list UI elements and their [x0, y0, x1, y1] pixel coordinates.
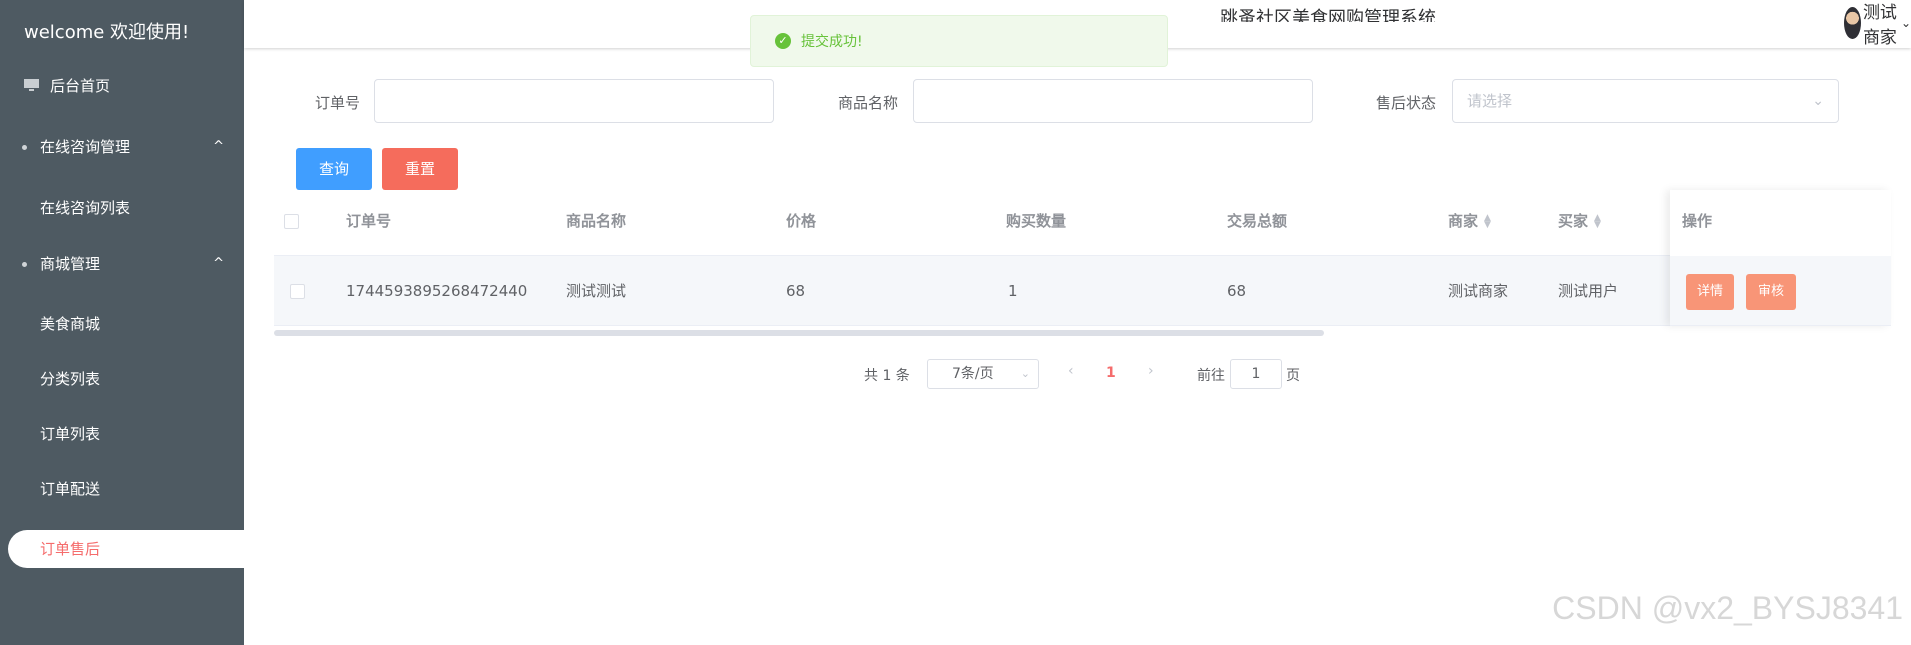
sidebar-item-order-after-sale[interactable]: 订单售后 [8, 530, 244, 568]
page-size-select[interactable]: 7条/页 ⌄ [927, 359, 1039, 389]
order-no-label: 订单号 [315, 94, 361, 112]
col-actions: 操作 [1682, 212, 1713, 230]
chevron-up-icon: ^ [213, 256, 224, 271]
user-menu[interactable]: 测试商家 ⌄ [1844, 3, 1911, 48]
cell-total: 68 [1227, 282, 1247, 300]
welcome-text: welcome 欢迎使用! [24, 22, 190, 43]
reset-button[interactable]: 重置 [382, 148, 458, 190]
avatar [1844, 7, 1861, 39]
col-buyer-label: 买家 [1558, 212, 1589, 230]
bullet-icon [22, 145, 27, 150]
col-quantity: 购买数量 [1006, 212, 1067, 230]
sidebar-item-order-list[interactable]: 订单列表 [0, 414, 244, 454]
actions-fixed-column: 操作 详情 审核 [1670, 190, 1891, 326]
cell-merchant: 测试商家 [1448, 282, 1509, 300]
horizontal-scrollbar[interactable] [274, 330, 1324, 336]
col-product-name: 商品名称 [566, 212, 627, 230]
select-placeholder: 请选择 [1467, 92, 1513, 110]
sidebar-item-label: 商城管理 [40, 255, 101, 273]
success-toast: ✓ 提交成功! [750, 15, 1168, 67]
review-button[interactable]: 审核 [1746, 274, 1796, 310]
sidebar-item-category-list[interactable]: 分类列表 [0, 359, 244, 399]
bullet-icon [22, 262, 27, 267]
after-sale-status-label: 售后状态 [1376, 94, 1437, 112]
page-suffix-label: 页 [1286, 368, 1300, 384]
sidebar-item-label: 在线咨询列表 [40, 199, 131, 217]
col-merchant-label: 商家 [1448, 212, 1479, 230]
table-header: 订单号 商品名称 价格 购买数量 交易总额 商家 ▲ ▼ 买家 ▲ ▼ [274, 196, 1891, 256]
chevron-up-icon: ^ [213, 139, 224, 154]
next-page-icon[interactable]: › [1148, 363, 1154, 379]
sidebar: welcome 欢迎使用! 后台首页 在线咨询管理 ^ 在线咨询列表 商城管理 … [0, 0, 244, 645]
sidebar-item-order-delivery[interactable]: 订单配送 [0, 469, 244, 509]
prev-page-icon[interactable]: ‹ [1068, 363, 1074, 379]
sidebar-group-mall[interactable]: 商城管理 ^ [0, 244, 244, 284]
goto-page-input[interactable]: 1 [1230, 359, 1282, 389]
query-button[interactable]: 查询 [296, 148, 372, 190]
table-row: 1744593895268472440 测试测试 68 1 68 测试商家 测试… [274, 256, 1891, 326]
watermark: CSDN @vx2_BYSJ8341 [1552, 590, 1903, 626]
sidebar-item-label: 后台首页 [50, 77, 111, 95]
page-size-value: 7条/页 [952, 366, 994, 382]
sidebar-item-label: 订单列表 [40, 425, 101, 443]
detail-button[interactable]: 详情 [1686, 274, 1734, 310]
product-name-input[interactable] [913, 79, 1313, 123]
chevron-down-icon: ⌄ [1900, 16, 1911, 30]
chevron-down-icon: ⌄ [1812, 93, 1824, 109]
chevron-down-icon: ⌄ [1020, 367, 1030, 380]
check-circle-icon: ✓ [775, 33, 791, 49]
sidebar-item-label: 在线咨询管理 [40, 138, 131, 156]
sidebar-item-label: 订单售后 [40, 540, 101, 558]
sidebar-item-home[interactable]: 后台首页 [0, 66, 244, 106]
page-number-current[interactable]: 1 [1106, 365, 1116, 381]
product-name-label: 商品名称 [838, 94, 899, 112]
col-price: 价格 [786, 212, 817, 230]
system-title: 跳蚤社区美食网购管理系统 [1220, 8, 1436, 22]
sidebar-item-label: 分类列表 [40, 370, 101, 388]
toast-message: 提交成功! [801, 34, 863, 50]
col-buyer[interactable]: 买家 ▲ ▼ [1558, 196, 1601, 256]
monitor-icon [24, 79, 39, 91]
sidebar-item-food-mall[interactable]: 美食商城 [0, 304, 244, 344]
cell-quantity: 1 [1008, 282, 1018, 300]
sort-icon[interactable]: ▲ ▼ [1594, 213, 1601, 229]
user-name: 测试商家 [1862, 3, 1897, 48]
goto-label: 前往 [1197, 368, 1225, 384]
pagination-total: 共 1 条 [864, 368, 910, 384]
col-total: 交易总额 [1227, 212, 1288, 230]
sidebar-item-label: 美食商城 [40, 315, 101, 333]
sort-icon[interactable]: ▲ ▼ [1484, 213, 1491, 229]
sidebar-group-consult[interactable]: 在线咨询管理 ^ [0, 127, 244, 167]
col-order-no: 订单号 [346, 212, 392, 230]
cell-price: 68 [786, 282, 806, 300]
select-all-checkbox[interactable] [284, 214, 299, 229]
cell-order-no: 1744593895268472440 [346, 282, 528, 300]
col-merchant[interactable]: 商家 ▲ ▼ [1448, 196, 1491, 256]
after-sale-status-select[interactable]: 请选择 ⌄ [1452, 79, 1839, 123]
row-checkbox[interactable] [290, 284, 305, 299]
sidebar-item-label: 订单配送 [40, 480, 101, 498]
sidebar-item-consult-list[interactable]: 在线咨询列表 [0, 188, 244, 228]
cell-buyer: 测试用户 [1558, 282, 1619, 300]
cell-product-name: 测试测试 [566, 282, 627, 300]
after-sale-table: 订单号 商品名称 价格 购买数量 交易总额 商家 ▲ ▼ 买家 ▲ ▼ 17445938… [274, 190, 1891, 338]
order-no-input[interactable] [374, 79, 774, 123]
